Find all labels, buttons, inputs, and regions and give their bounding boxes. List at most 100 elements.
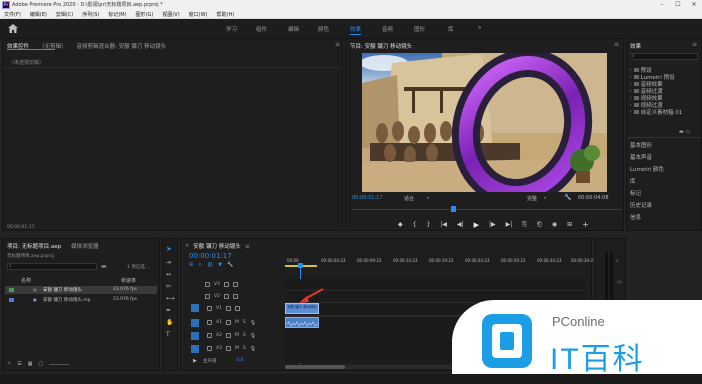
solo-button[interactable]: S — [243, 346, 246, 351]
menu-clip[interactable]: 剪辑(C) — [56, 11, 73, 18]
freeform-view-icon[interactable]: ▢ — [38, 361, 43, 367]
workspace-audio[interactable]: 音频 — [382, 25, 393, 33]
lock-icon[interactable] — [205, 281, 210, 287]
sync-lock-icon[interactable] — [225, 320, 231, 325]
go-to-in-icon[interactable]: |◀ — [440, 221, 447, 228]
tab-project[interactable]: 项目: 无标题项目.aep — [7, 242, 61, 250]
lift-icon[interactable]: ⎘ — [522, 221, 527, 229]
track-label[interactable]: V2 — [214, 294, 220, 299]
timeline-timecode[interactable]: 00:00:01:17 — [189, 252, 232, 260]
close-button[interactable]: ✕ — [686, 0, 702, 10]
extract-icon[interactable]: ⎗ — [537, 221, 542, 229]
settings-icon[interactable]: 🔧 — [227, 262, 233, 268]
snap-icon[interactable]: ∩ — [198, 262, 202, 268]
nest-icon[interactable]: ⊞ — [189, 262, 193, 268]
wrench-icon[interactable]: 🔧 — [564, 194, 571, 201]
section-essential-graphics[interactable]: 基本图形 — [630, 141, 700, 153]
effects-title[interactable]: 效果 — [630, 42, 641, 50]
minimize-button[interactable]: – — [654, 0, 670, 10]
source-patch-a3[interactable] — [191, 344, 199, 353]
selection-tool-icon[interactable]: ➤ — [166, 245, 172, 253]
menu-edit[interactable]: 编辑(E) — [30, 11, 47, 18]
lock-icon[interactable] — [207, 333, 212, 338]
ripple-edit-tool-icon[interactable]: ↔ — [166, 271, 171, 278]
source-patch-a1[interactable] — [191, 318, 199, 327]
workspace-graphics[interactable]: 图形 — [414, 25, 425, 33]
project-search-input[interactable]: ⌕ — [7, 263, 97, 270]
master-volume[interactable]: 0.0 — [236, 358, 243, 363]
section-libraries[interactable]: 库 — [630, 177, 700, 189]
track-label[interactable]: A1 — [216, 320, 222, 325]
lock-icon[interactable] — [205, 293, 210, 299]
sync-lock-icon[interactable] — [225, 305, 231, 311]
program-scrub-bar[interactable] — [352, 206, 622, 212]
quality-dropdown[interactable]: 完整 — [527, 195, 537, 202]
workspace-overflow-button[interactable]: » — [478, 25, 481, 31]
menu-graphics[interactable]: 图形(G) — [136, 11, 154, 18]
mute-button[interactable]: M — [235, 346, 239, 351]
track-label[interactable]: V3 — [214, 282, 220, 287]
mute-button[interactable]: M — [235, 333, 239, 338]
panel-menu-icon[interactable]: ≡ — [335, 41, 340, 48]
program-timecode[interactable]: 00:00:01:17 — [352, 195, 383, 201]
list-view-icon[interactable]: ☰ — [17, 361, 21, 367]
new-bin-icon[interactable]: ▬ ▭ — [679, 129, 690, 135]
tab-media-browser[interactable]: 媒体浏览器 — [71, 242, 99, 250]
maximize-button[interactable]: ☐ — [670, 0, 686, 10]
linked-selection-icon[interactable]: ⛓ — [207, 262, 213, 268]
menu-window[interactable]: 窗口(W) — [189, 11, 208, 18]
mic-icon[interactable]: 🎙 — [250, 346, 256, 352]
home-icon[interactable] — [8, 24, 18, 33]
menu-view[interactable]: 视图(V) — [162, 11, 179, 18]
mic-icon[interactable]: 🎙 — [250, 320, 256, 326]
menu-sequence[interactable]: 序列(S) — [82, 11, 99, 18]
master-expand-icon[interactable]: ▶ — [193, 358, 197, 364]
sync-lock-icon[interactable] — [223, 281, 229, 287]
go-to-out-icon[interactable]: ▶| — [506, 221, 513, 228]
program-menu-icon[interactable]: ≡ — [614, 41, 619, 48]
workspace-libraries[interactable]: 库 — [448, 25, 454, 33]
section-lumetri-color[interactable]: Lumetri 颜色 — [630, 165, 700, 177]
slip-tool-icon[interactable]: ⟷ — [166, 295, 175, 302]
add-marker-icon[interactable]: ◆ — [398, 221, 403, 228]
workspace-effects[interactable]: 效果 — [350, 25, 362, 35]
workspace-editing[interactable]: 编辑 — [288, 25, 299, 33]
list-item[interactable]: ▣ 安额 镰刀 移动镜头.mp 23.976 fps — [5, 296, 157, 304]
comparison-view-icon[interactable]: ⊞ — [567, 221, 572, 228]
close-icon[interactable]: ✕ — [185, 243, 189, 249]
audio-clip[interactable] — [285, 317, 319, 328]
scrollbar-thumb[interactable] — [285, 365, 345, 369]
column-frame-rate[interactable]: 帧速率 — [121, 277, 136, 284]
sync-lock-icon[interactable] — [225, 346, 231, 351]
pencil-icon[interactable]: ✎ — [7, 361, 11, 367]
fit-chevron-icon[interactable]: ▾ — [427, 195, 429, 200]
workspace-color[interactable]: 颜色 — [318, 25, 329, 33]
new-bin-icon[interactable]: ▬ — [101, 263, 107, 270]
fit-dropdown[interactable]: 适合 — [404, 195, 414, 202]
track-select-tool-icon[interactable]: ⇥ — [166, 259, 171, 266]
section-essential-sound[interactable]: 基本声音 — [630, 153, 700, 165]
step-back-icon[interactable]: ◀| — [457, 221, 464, 228]
effects-search-input[interactable]: ⌕ — [630, 53, 698, 60]
add-marker-icon[interactable]: ▼ — [218, 262, 222, 268]
workspace-assembly[interactable]: 组件 — [256, 25, 267, 33]
source-patch-v1[interactable] — [191, 304, 199, 312]
menu-file[interactable]: 文件(F) — [4, 11, 21, 18]
track-label[interactable]: A3 — [216, 346, 222, 351]
lock-icon[interactable] — [207, 320, 212, 325]
icon-view-icon[interactable]: ▦ — [28, 361, 33, 367]
timeline-menu-icon[interactable]: ≡ — [245, 243, 250, 250]
zoom-slider[interactable] — [49, 363, 70, 365]
tab-audio-clip-mixer[interactable]: 音频剪辑混合器: 安额 镰刀 移动镜头 — [77, 42, 167, 50]
export-frame-icon[interactable]: ◉ — [552, 221, 557, 228]
mic-icon[interactable]: 🎙 — [250, 333, 256, 339]
track-label[interactable]: V1 — [216, 306, 222, 311]
section-markers[interactable]: 标记 — [630, 189, 700, 201]
effects-menu-icon[interactable]: ≡ — [692, 41, 697, 48]
eye-icon[interactable] — [232, 293, 238, 299]
type-tool-icon[interactable]: T — [166, 331, 170, 338]
menu-marker[interactable]: 标记(M) — [108, 11, 126, 18]
menu-help[interactable]: 帮助(H) — [217, 11, 235, 18]
lock-icon[interactable] — [207, 346, 212, 351]
sync-lock-icon[interactable] — [223, 293, 229, 299]
